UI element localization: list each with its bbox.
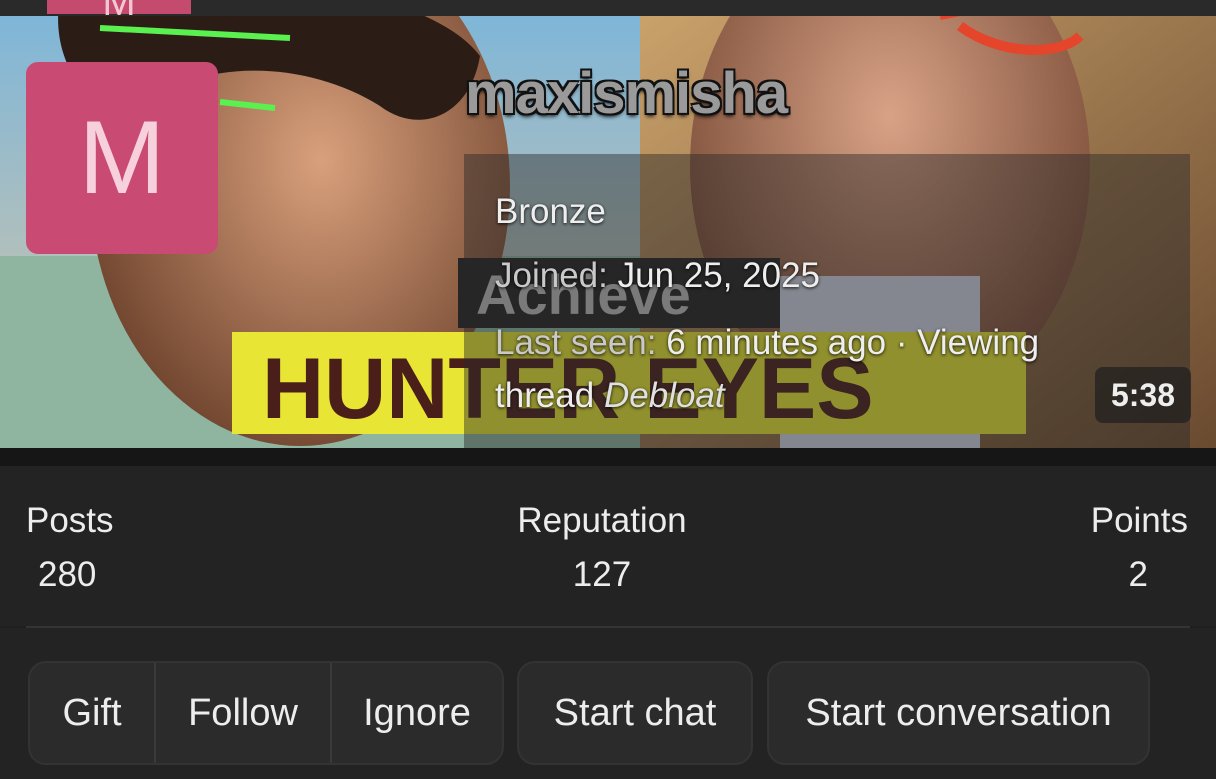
header-strip: M (0, 0, 1216, 16)
follow-button[interactable]: Follow (154, 663, 330, 763)
stat-reputation-value: 127 (572, 555, 632, 594)
start-chat-button[interactable]: Start chat (519, 663, 751, 763)
action-group-conversation: Start conversation (767, 661, 1150, 765)
stat-posts-value: 280 (38, 555, 97, 594)
joined-date: Jun 25, 2025 (617, 256, 821, 295)
action-group-chat: Start chat (517, 661, 753, 765)
stat-points-value: 2 (1128, 555, 1148, 594)
header-avatar[interactable]: M (47, 0, 191, 16)
section-divider (0, 448, 1216, 466)
joined-label: Joined: (495, 256, 608, 295)
video-duration-badge: 5:38 (1095, 367, 1191, 423)
stat-reputation-label: Reputation (517, 501, 687, 540)
ignore-button[interactable]: Ignore (330, 663, 502, 763)
profile-info-box: Bronze Joined: Jun 25, 2025 Last seen: 6… (464, 154, 1190, 448)
last-seen-label: Last seen: (495, 323, 657, 362)
stat-points-label: Points (1090, 501, 1188, 540)
action-group-primary: Gift Follow Ignore (28, 661, 504, 765)
gift-button[interactable]: Gift (30, 663, 154, 763)
stat-posts-label: Posts (26, 501, 114, 540)
stat-reputation[interactable]: Reputation 127 (514, 500, 690, 596)
last-seen-value: 6 minutes ago · Viewing (666, 323, 1040, 362)
last-seen-line: Last seen: 6 minutes ago · Viewing threa… (495, 316, 1160, 422)
profile-page: M (0, 0, 1216, 779)
profile-banner: Achieve HUNTER EYES M maxismisha Bronze … (0, 16, 1216, 448)
username: maxismisha (465, 61, 788, 126)
start-conversation-button[interactable]: Start conversation (769, 663, 1148, 763)
joined-line: Joined: Jun 25, 2025 (495, 252, 1160, 300)
stat-posts[interactable]: Posts 280 (26, 500, 114, 596)
profile-actions: Gift Follow Ignore Start chat Start conv… (0, 628, 1216, 779)
stat-points[interactable]: Points 2 (1091, 500, 1188, 596)
activity-prefix: thread (495, 376, 595, 415)
profile-stats: Posts 280 Reputation 127 Points 2 (0, 466, 1216, 626)
user-rank: Bronze (495, 192, 606, 231)
activity-thread-link[interactable]: Debloat (604, 376, 725, 415)
profile-avatar[interactable]: M (26, 62, 218, 254)
